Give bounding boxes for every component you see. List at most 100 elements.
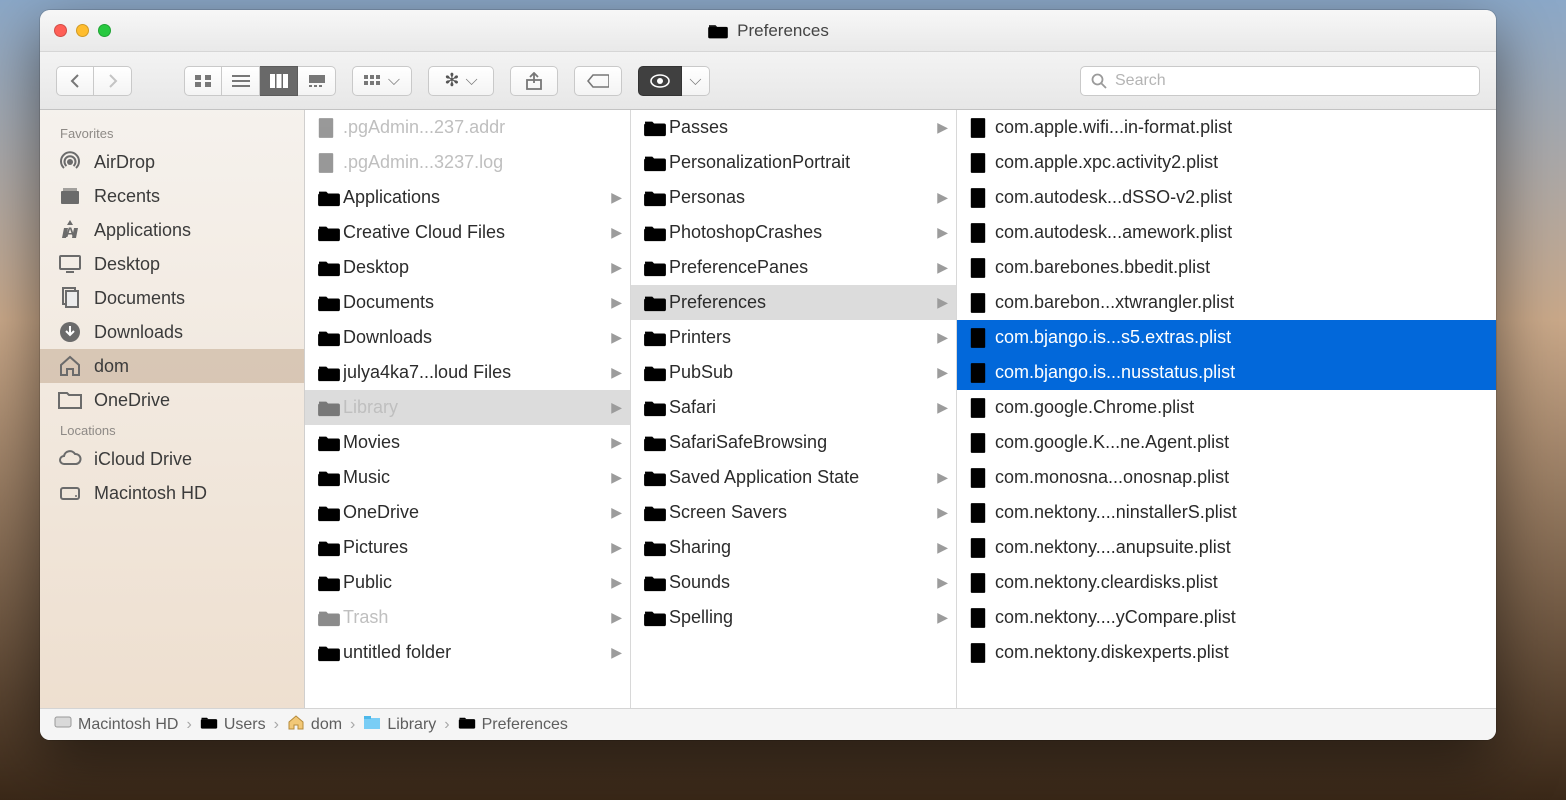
list-item[interactable]: com.apple.xpc.activity2.plist bbox=[957, 145, 1496, 180]
item-label: Sharing bbox=[669, 537, 931, 558]
column-0[interactable]: .pgAdmin...237.addr.pgAdmin...3237.logAp… bbox=[305, 110, 631, 708]
list-item[interactable]: com.apple.wifi...in-format.plist bbox=[957, 110, 1496, 145]
sidebar-item-dom[interactable]: dom bbox=[40, 349, 304, 383]
list-item[interactable]: .pgAdmin...237.addr bbox=[305, 110, 630, 145]
list-item[interactable]: OneDrive▶ bbox=[305, 495, 630, 530]
list-item[interactable]: julya4ka7...loud Files▶ bbox=[305, 355, 630, 390]
sidebar-item-desktop[interactable]: Desktop bbox=[40, 247, 304, 281]
back-button[interactable] bbox=[56, 66, 94, 96]
list-item[interactable]: Sharing▶ bbox=[631, 530, 956, 565]
list-item[interactable]: PhotoshopCrashes▶ bbox=[631, 215, 956, 250]
list-item[interactable]: PubSub▶ bbox=[631, 355, 956, 390]
pathbar[interactable]: Macintosh HD›Users›dom›Library›Preferenc… bbox=[40, 708, 1496, 740]
list-item[interactable]: Preferences▶ bbox=[631, 285, 956, 320]
list-item[interactable]: Trash▶ bbox=[305, 600, 630, 635]
list-item[interactable]: Creative Cloud Files▶ bbox=[305, 215, 630, 250]
folder-icon bbox=[643, 468, 667, 488]
list-item[interactable]: Public▶ bbox=[305, 565, 630, 600]
list-item[interactable]: Spelling▶ bbox=[631, 600, 956, 635]
folder-icon bbox=[643, 503, 667, 523]
list-item[interactable]: com.nektony.diskexperts.plist bbox=[957, 635, 1496, 670]
list-item[interactable]: PreferencePanes▶ bbox=[631, 250, 956, 285]
minimize-window-button[interactable] bbox=[76, 24, 89, 37]
list-item[interactable]: Applications▶ bbox=[305, 180, 630, 215]
sidebar-item-onedrive[interactable]: OneDrive bbox=[40, 383, 304, 417]
list-item[interactable]: com.google.Chrome.plist bbox=[957, 390, 1496, 425]
plist-file-icon bbox=[969, 397, 987, 419]
chevron-right-icon: ▶ bbox=[931, 119, 948, 136]
list-view-button[interactable] bbox=[222, 66, 260, 96]
maximize-window-button[interactable] bbox=[98, 24, 111, 37]
forward-button[interactable] bbox=[94, 66, 132, 96]
list-item[interactable]: Personas▶ bbox=[631, 180, 956, 215]
list-item[interactable]: com.google.K...ne.Agent.plist bbox=[957, 425, 1496, 460]
quicklook-dropdown[interactable]: ⌵ bbox=[682, 66, 710, 96]
list-item[interactable]: com.barebones.bbedit.plist bbox=[957, 250, 1496, 285]
share-button[interactable] bbox=[510, 66, 558, 96]
sidebar-item-applications[interactable]: AApplications bbox=[40, 213, 304, 247]
disk-icon bbox=[58, 481, 82, 505]
list-item[interactable]: Library▶ bbox=[305, 390, 630, 425]
list-item[interactable]: com.bjango.is...s5.extras.plist bbox=[957, 320, 1496, 355]
list-item[interactable]: untitled folder▶ bbox=[305, 635, 630, 670]
list-item[interactable]: Movies▶ bbox=[305, 425, 630, 460]
tags-button[interactable] bbox=[574, 66, 622, 96]
quicklook-button[interactable] bbox=[638, 66, 682, 96]
list-item[interactable]: Documents▶ bbox=[305, 285, 630, 320]
sidebar-item-airdrop[interactable]: AirDrop bbox=[40, 145, 304, 179]
column-view-button[interactable] bbox=[260, 66, 298, 96]
pathbar-segment[interactable]: Library bbox=[363, 714, 436, 735]
list-item[interactable]: com.nektony.cleardisks.plist bbox=[957, 565, 1496, 600]
pathbar-segment[interactable]: Preferences bbox=[458, 715, 568, 735]
sidebar-item-downloads[interactable]: Downloads bbox=[40, 315, 304, 349]
list-item[interactable]: Safari▶ bbox=[631, 390, 956, 425]
column-2[interactable]: com.apple.wifi...in-format.plistcom.appl… bbox=[957, 110, 1496, 708]
search-box[interactable] bbox=[1080, 66, 1480, 96]
sidebar-item-documents[interactable]: Documents bbox=[40, 281, 304, 315]
sidebar-item-macintosh-hd[interactable]: Macintosh HD bbox=[40, 476, 304, 510]
list-item[interactable]: Printers▶ bbox=[631, 320, 956, 355]
list-item[interactable]: com.nektony....yCompare.plist bbox=[957, 600, 1496, 635]
sidebar-item-icloud-drive[interactable]: iCloud Drive bbox=[40, 442, 304, 476]
list-item[interactable]: com.nektony....anupsuite.plist bbox=[957, 530, 1496, 565]
item-label: SafariSafeBrowsing bbox=[669, 432, 948, 453]
item-label: Desktop bbox=[343, 257, 605, 278]
sidebar[interactable]: FavoritesAirDropRecentsAApplicationsDesk… bbox=[40, 110, 305, 708]
item-label: com.autodesk...amework.plist bbox=[995, 222, 1488, 243]
item-label: Screen Savers bbox=[669, 502, 931, 523]
list-item[interactable]: Downloads▶ bbox=[305, 320, 630, 355]
list-item[interactable]: com.monosna...onosnap.plist bbox=[957, 460, 1496, 495]
plist-file-icon bbox=[969, 152, 987, 174]
list-item[interactable]: Passes▶ bbox=[631, 110, 956, 145]
action-button[interactable]: ✻⌵ bbox=[428, 66, 494, 96]
list-item[interactable]: Pictures▶ bbox=[305, 530, 630, 565]
list-item[interactable]: com.nektony....ninstallerS.plist bbox=[957, 495, 1496, 530]
list-item[interactable]: Desktop▶ bbox=[305, 250, 630, 285]
list-item[interactable]: Screen Savers▶ bbox=[631, 495, 956, 530]
arrange-button[interactable]: ⌵ bbox=[352, 66, 412, 96]
home-icon bbox=[58, 354, 82, 378]
list-item[interactable]: com.bjango.is...nusstatus.plist bbox=[957, 355, 1496, 390]
close-window-button[interactable] bbox=[54, 24, 67, 37]
list-item[interactable]: PersonalizationPortrait bbox=[631, 145, 956, 180]
list-item[interactable]: Sounds▶ bbox=[631, 565, 956, 600]
sidebar-item-recents[interactable]: Recents bbox=[40, 179, 304, 213]
pathbar-segment[interactable]: Macintosh HD bbox=[54, 715, 178, 734]
pathbar-segment[interactable]: Users bbox=[200, 715, 266, 735]
folder-icon bbox=[317, 188, 341, 208]
titlebar[interactable]: Preferences bbox=[40, 10, 1496, 52]
icon-view-button[interactable] bbox=[184, 66, 222, 96]
list-item[interactable]: .pgAdmin...3237.log bbox=[305, 145, 630, 180]
item-label: com.bjango.is...s5.extras.plist bbox=[995, 327, 1488, 348]
list-item[interactable]: com.barebon...xtwrangler.plist bbox=[957, 285, 1496, 320]
list-item[interactable]: SafariSafeBrowsing bbox=[631, 425, 956, 460]
gallery-view-button[interactable] bbox=[298, 66, 336, 96]
list-item[interactable]: Saved Application State▶ bbox=[631, 460, 956, 495]
list-item[interactable]: com.autodesk...dSSO-v2.plist bbox=[957, 180, 1496, 215]
pathbar-segment[interactable]: dom bbox=[287, 714, 342, 735]
column-1[interactable]: Passes▶PersonalizationPortraitPersonas▶P… bbox=[631, 110, 957, 708]
list-item[interactable]: com.autodesk...amework.plist bbox=[957, 215, 1496, 250]
item-label: OneDrive bbox=[343, 502, 605, 523]
search-input[interactable] bbox=[1115, 72, 1469, 90]
list-item[interactable]: Music▶ bbox=[305, 460, 630, 495]
